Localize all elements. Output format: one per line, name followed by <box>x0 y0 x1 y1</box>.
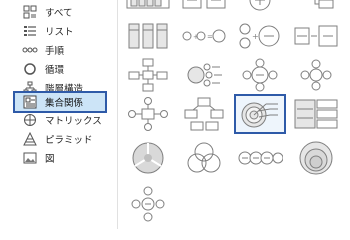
box-pair-diagram[interactable] <box>178 0 230 18</box>
stacked-list-diagram[interactable] <box>290 96 342 132</box>
converge-boxes-diagram[interactable] <box>290 18 342 54</box>
category-label: 集合関係 <box>45 98 84 109</box>
category-sidebar: すべて リスト 手順 循環 階層構造 集合関係 マトリックス ピラミッド 図 <box>0 0 116 229</box>
process-icon <box>21 42 39 58</box>
segmented-circle-diagram[interactable] <box>122 140 174 176</box>
equation-diagram[interactable]: + = <box>178 18 230 54</box>
radial-circles-diagram[interactable] <box>234 57 286 93</box>
category-label: 手順 <box>45 46 65 57</box>
plus-merge-diagram[interactable]: + <box>234 18 286 54</box>
circle-arrow-diagram[interactable] <box>234 0 286 18</box>
category-label: ピラミッド <box>45 135 93 146</box>
category-label: すべて <box>45 8 73 19</box>
hub-nodes-diagram[interactable] <box>122 96 174 132</box>
diagram-gallery: + = + <box>118 0 350 229</box>
matrix-icon <box>21 112 39 128</box>
category-label: 図 <box>45 154 55 165</box>
circle-list-diagram[interactable] <box>178 57 230 93</box>
gear-nodes-diagram[interactable] <box>122 184 174 224</box>
nested-circles-diagram[interactable] <box>290 140 342 176</box>
bracket-list-diagram[interactable] <box>290 0 342 18</box>
relationship-icon <box>21 94 39 110</box>
radial-venn-diagram[interactable] <box>290 57 342 93</box>
category-all[interactable]: すべて <box>14 3 106 21</box>
all-icon <box>21 4 39 20</box>
list-icon <box>21 23 39 39</box>
category-list[interactable]: リスト <box>14 22 106 40</box>
box-cycle-diagram[interactable] <box>178 96 230 132</box>
category-label: リスト <box>45 27 74 38</box>
category-label: 循環 <box>45 65 65 76</box>
venn-three-diagram[interactable] <box>178 140 230 176</box>
picture-icon <box>21 150 39 166</box>
category-cycle[interactable]: 循環 <box>14 60 106 78</box>
linked-circles-diagram[interactable] <box>234 140 286 176</box>
category-relationship[interactable]: 集合関係 <box>13 91 107 113</box>
category-process[interactable]: 手順 <box>14 41 106 59</box>
pyramid-icon <box>21 131 39 147</box>
category-matrix[interactable]: マトリックス <box>14 111 106 129</box>
svg-text:=: = <box>207 33 213 41</box>
category-pyramid[interactable]: ピラミッド <box>14 130 106 148</box>
stacked-columns-diagram[interactable] <box>122 18 174 54</box>
bar-blocks-diagram[interactable] <box>122 0 174 18</box>
radial-boxes-diagram[interactable] <box>122 57 174 93</box>
svg-text:+: + <box>252 32 259 41</box>
category-picture[interactable]: 図 <box>14 149 106 167</box>
category-label: マトリックス <box>45 116 102 127</box>
cycle-icon <box>21 61 39 77</box>
target-diagram[interactable] <box>234 94 286 134</box>
